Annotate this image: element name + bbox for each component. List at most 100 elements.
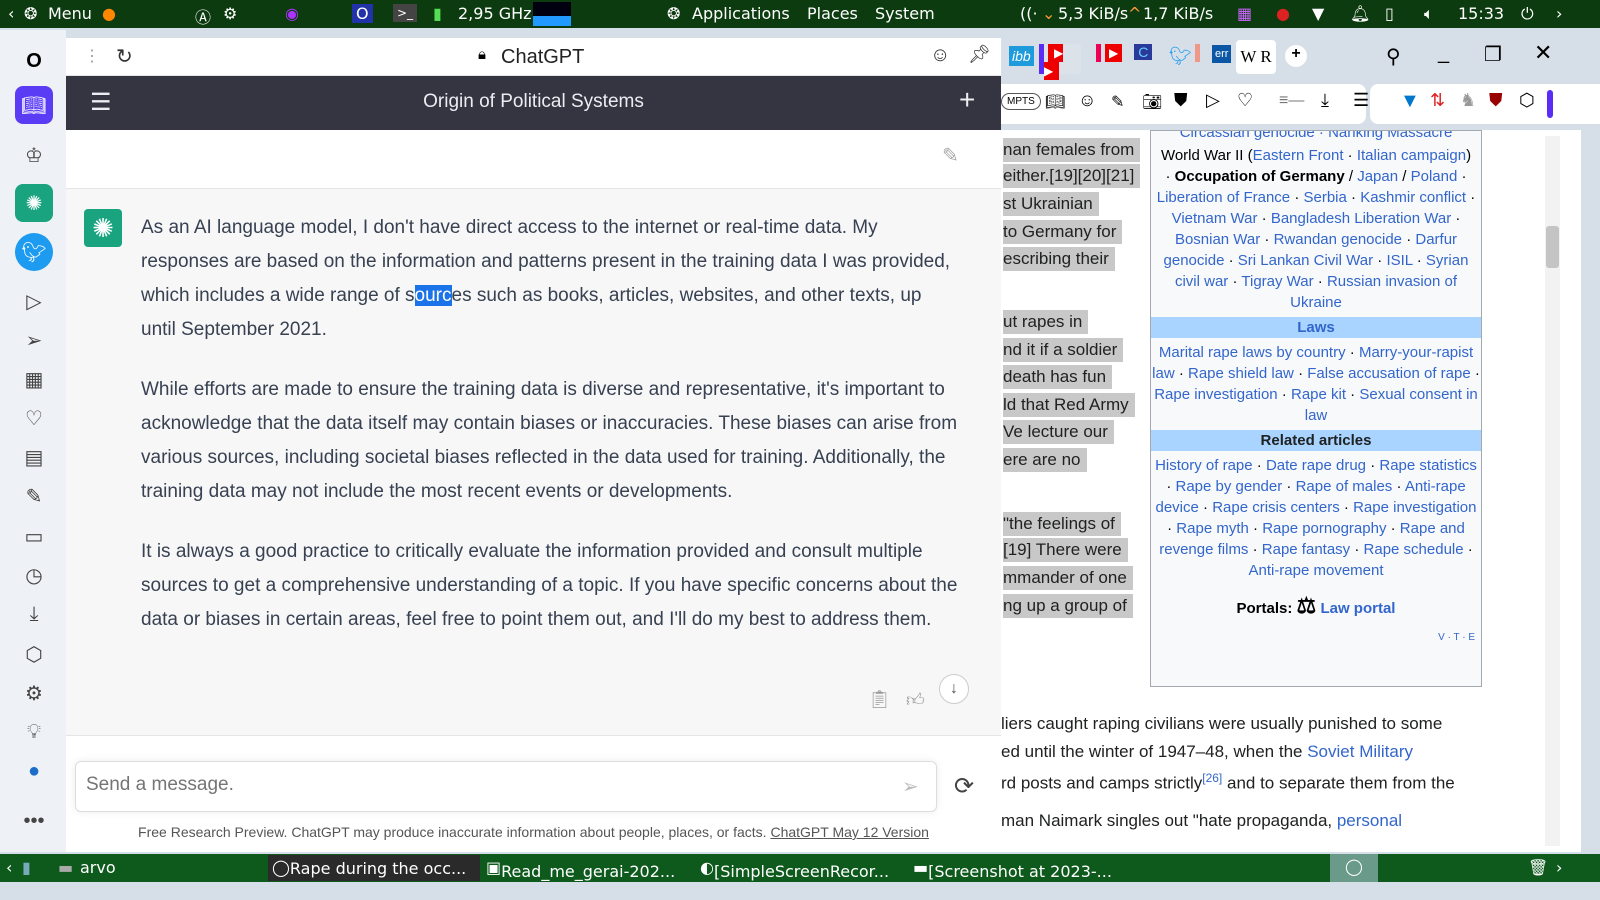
message-input[interactable] <box>86 774 866 796</box>
navbox-link[interactable]: Rwandan genocide <box>1274 231 1402 248</box>
settings-icon[interactable]: ⚙ <box>15 674 53 712</box>
volume-icon[interactable]: 🔈︎ <box>1424 4 1434 24</box>
navbox-link[interactable]: Rape schedule <box>1364 541 1464 558</box>
extensions-cube-icon[interactable]: ⬡ <box>15 635 53 673</box>
edit-icon[interactable]: ✎ <box>942 143 959 168</box>
navbox-link[interactable]: Eastern Front <box>1253 147 1344 164</box>
navbox-link[interactable]: Serbia <box>1304 189 1347 206</box>
navbox-link[interactable]: Vietnam War <box>1172 210 1258 227</box>
navbox-link[interactable]: Date rape drug <box>1266 457 1366 474</box>
sidebar-toggle[interactable] <box>1547 90 1553 118</box>
navbox-link[interactable]: Rape shield law <box>1188 365 1294 382</box>
taskbar-left-arrow[interactable]: ‹ <box>6 858 12 877</box>
navbox-link[interactable]: Rape crisis centers <box>1212 499 1340 516</box>
version-link[interactable]: ChatGPT May 12 Version <box>770 824 928 840</box>
accessibility-icon[interactable]: Ⓐ <box>195 4 211 28</box>
pin-icon[interactable]: ✎ <box>1111 92 1124 112</box>
vte-links[interactable]: V · T · E <box>1151 627 1481 648</box>
taskbar-item-active[interactable]: ◯ Rape during the occ... <box>268 855 480 881</box>
copy-icon[interactable]: 📋︎ <box>868 689 891 710</box>
record-icon[interactable]: ● <box>1276 4 1290 23</box>
emoji-icon[interactable]: ☺ <box>1078 90 1096 111</box>
battery-icon[interactable]: ▯ <box>1385 4 1394 23</box>
extension-badge[interactable]: MPTS <box>1001 93 1041 110</box>
player-icon[interactable]: ▷ <box>15 282 53 320</box>
navbox-link[interactable]: Rape investigation <box>1154 386 1277 403</box>
lightbulb-icon[interactable]: 💡︎ <box>15 713 53 751</box>
thumbs-up-icon[interactable]: 👍︎ <box>906 689 925 711</box>
navbox-link[interactable]: Sri Lankan Civil War <box>1238 252 1373 269</box>
scroll-down-button[interactable]: ↓ <box>939 674 969 704</box>
navbox-link[interactable]: Italian campaign <box>1357 147 1466 164</box>
restore-icon[interactable]: ❐ <box>1484 42 1502 67</box>
navbox-link[interactable]: Russian invasion of Ukraine <box>1290 273 1457 311</box>
taskbar-item[interactable]: arvo <box>80 858 116 877</box>
download-icon[interactable]: ⤓ <box>1321 90 1329 111</box>
taskbar-right-arrow[interactable]: › <box>1556 858 1562 877</box>
taskbar-item[interactable]: ▬ [Screenshot at 2023-... <box>913 858 1112 881</box>
diamond-extension-icon[interactable]: ▼ <box>1400 90 1420 113</box>
reader-icon[interactable]: 📖︎ <box>15 86 53 124</box>
navbox-link[interactable]: Kashmir conflict <box>1360 189 1466 206</box>
downloads-icon[interactable]: ⤓ <box>15 595 53 633</box>
battery-saver-icon[interactable]: ≡— <box>1279 92 1304 110</box>
opera-logo-icon[interactable]: O <box>15 42 53 80</box>
law-portal-link[interactable]: Law portal <box>1320 600 1395 617</box>
reload-icon[interactable]: ↻ <box>116 44 133 69</box>
ublock-icon[interactable]: ⛊ <box>1489 90 1503 111</box>
opera-icon[interactable]: O <box>352 4 373 23</box>
spy-extension-icon[interactable]: ♞ <box>1460 90 1476 111</box>
navbox-link[interactable]: Marital rape laws by country <box>1159 344 1346 361</box>
pin-board-icon[interactable]: ✎ <box>15 477 53 515</box>
wikipedia-tab[interactable]: W R <box>1236 40 1276 74</box>
navbox-link[interactable]: False accusation of rape <box>1307 365 1470 382</box>
tor-icon[interactable]: ◉ <box>285 4 299 23</box>
heart-icon[interactable]: ♡ <box>15 399 53 437</box>
places-menu[interactable]: Places <box>807 4 858 23</box>
messenger-icon[interactable]: ● <box>15 752 53 790</box>
send-icon[interactable]: ➢ <box>15 321 53 359</box>
crown-icon[interactable]: ♔ <box>15 136 53 174</box>
youtube-tab-group[interactable]: ▶ C <box>1096 44 1153 62</box>
panel-left-arrow[interactable]: ‹ <box>8 4 14 23</box>
pin-icon[interactable]: 📌︎ <box>968 44 991 65</box>
shield-icon[interactable]: ⛊ <box>1174 90 1188 111</box>
twitter-icon[interactable]: 🐦︎ <box>15 233 53 271</box>
trash-icon[interactable]: 🗑︎ <box>1528 858 1548 877</box>
navbox-link[interactable]: Rape by gender <box>1175 478 1282 495</box>
show-desktop-icon[interactable]: ▮ <box>22 858 31 877</box>
message-input-box[interactable]: ➢ <box>75 761 937 812</box>
navbox-link[interactable]: Poland <box>1411 168 1458 185</box>
metamask-tab-group[interactable]: err <box>1195 44 1232 63</box>
panel-right-arrow[interactable]: › <box>1556 4 1562 23</box>
navbox-link[interactable]: Rape of males <box>1296 478 1393 495</box>
personal-link[interactable]: personal <box>1337 811 1402 830</box>
regenerate-icon[interactable]: ⟳ <box>954 772 974 801</box>
navbox-link[interactable]: Rape pornography <box>1262 520 1386 537</box>
navbox-link[interactable]: Tigray War <box>1241 273 1313 290</box>
navbox-link[interactable]: ISIL <box>1386 252 1412 269</box>
navbox-link[interactable]: Anti-rape movement <box>1248 562 1383 579</box>
more-icon[interactable]: ••• <box>15 802 53 840</box>
citation-link[interactable]: [26] <box>1202 771 1222 785</box>
send-icon[interactable]: ▷ <box>1206 90 1220 111</box>
extensions-cube-icon[interactable]: ⬡ <box>1519 90 1535 111</box>
scrollbar-thumb[interactable] <box>1546 226 1559 268</box>
navbox-link[interactable]: Bangladesh Liberation War <box>1271 210 1451 227</box>
navbox-link[interactable]: History of rape <box>1155 457 1253 474</box>
navbox-link[interactable]: Rape statistics <box>1379 457 1477 474</box>
network-icon[interactable]: ▼ <box>1312 4 1324 23</box>
menu-button[interactable]: Menu <box>48 4 92 23</box>
new-tab-button[interactable]: + <box>1285 45 1307 67</box>
workspace-switcher[interactable]: ◯ <box>1330 854 1378 882</box>
chatgpt-icon[interactable]: ✺ <box>15 184 53 222</box>
close-icon[interactable]: ✕ <box>1534 40 1552 66</box>
search-tabs-icon[interactable]: ⚲ <box>1386 44 1401 69</box>
ibb-tab-icon[interactable]: ibb <box>1009 46 1034 66</box>
clock[interactable]: 15:33 <box>1458 4 1504 23</box>
navbox-link[interactable]: Bosnian War <box>1175 231 1260 248</box>
navbox-link[interactable]: Rape myth <box>1176 520 1249 537</box>
scrollbar[interactable] <box>1545 136 1560 846</box>
navbox-link[interactable]: Rape investigation <box>1353 499 1476 516</box>
send-icon[interactable]: ➢ <box>902 774 919 799</box>
